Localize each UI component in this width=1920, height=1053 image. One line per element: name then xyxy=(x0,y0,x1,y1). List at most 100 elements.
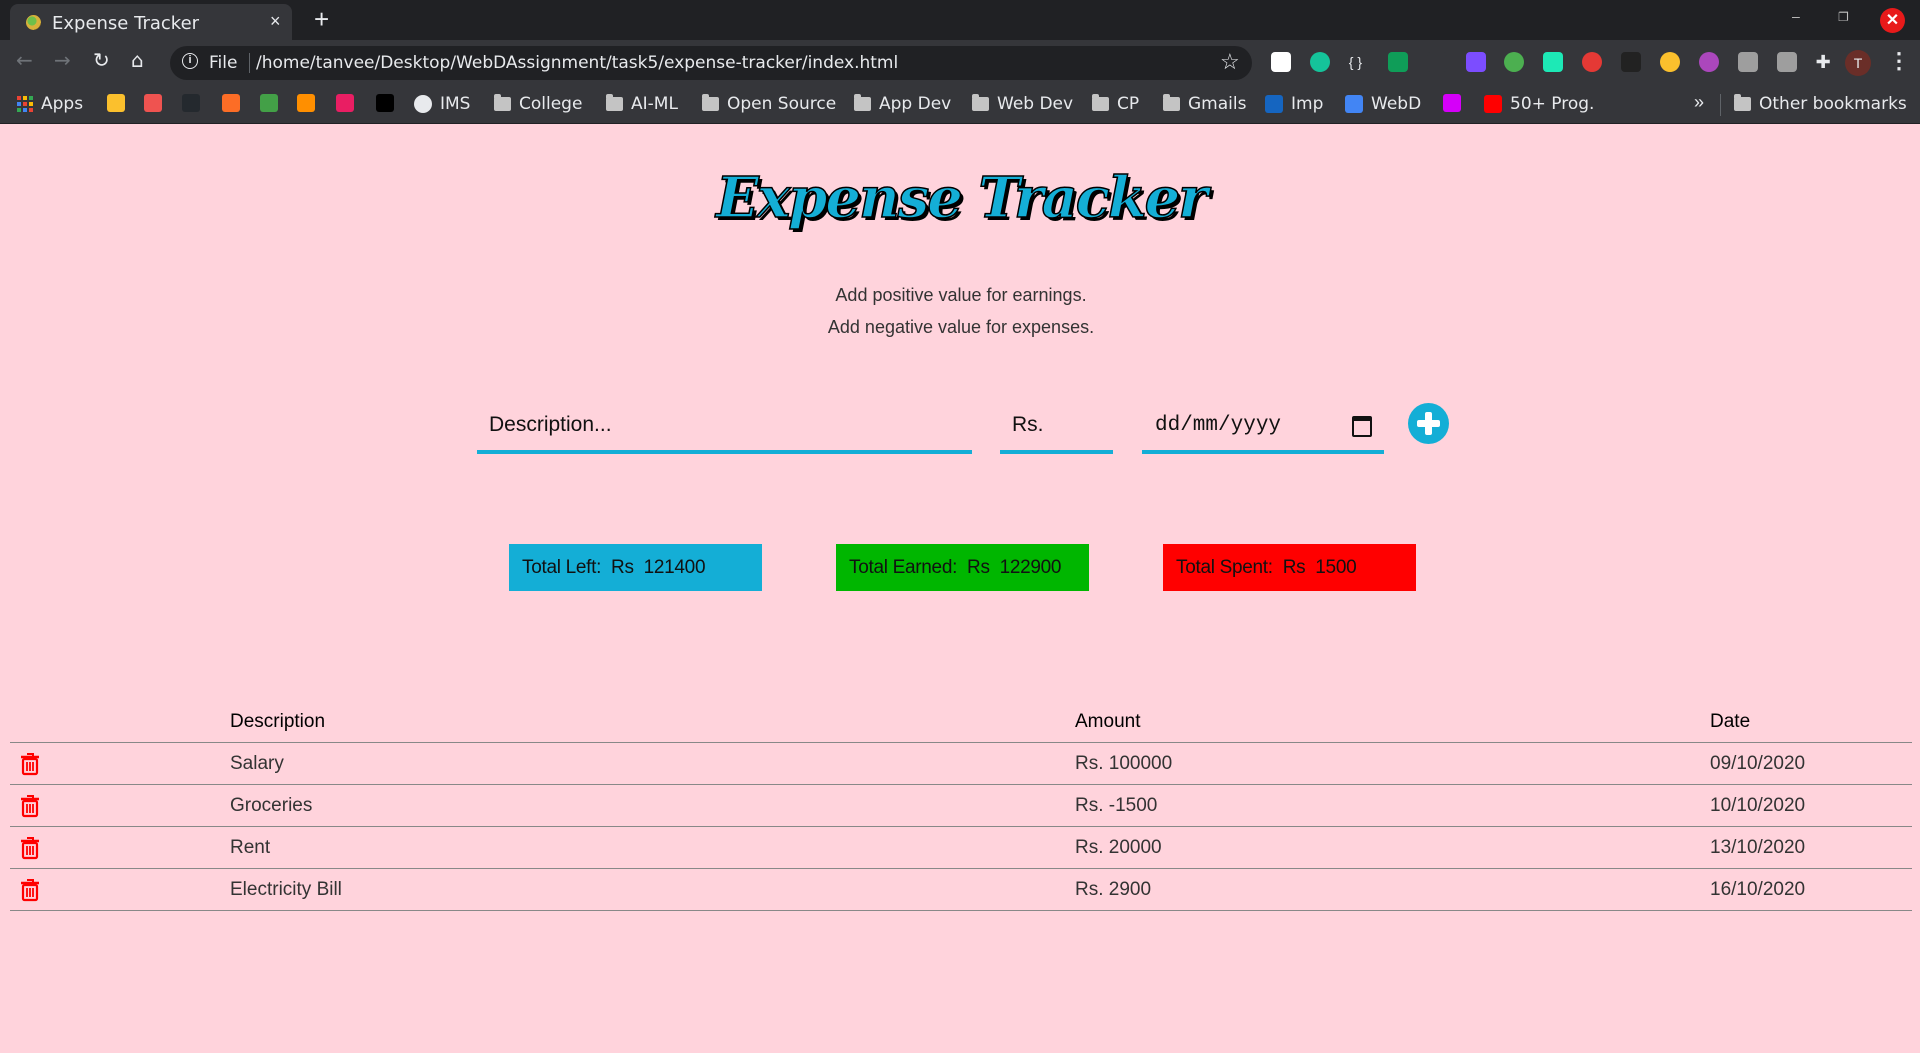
bookmark-label: Imp xyxy=(1291,94,1324,114)
menu-icon[interactable]: ⋮ xyxy=(1888,48,1910,74)
total-spent-badge: Total Spent: Rs 1500 xyxy=(1163,544,1416,591)
url-scheme: File xyxy=(209,53,238,73)
forward-icon[interactable]: → xyxy=(54,48,71,72)
emoji-extension-icon[interactable] xyxy=(1660,52,1680,72)
folder-icon xyxy=(702,94,719,111)
row-date: 09/10/2020 xyxy=(1710,753,1806,774)
bookmark-icon-8[interactable] xyxy=(376,94,394,112)
bookmark-label: Apps xyxy=(41,94,84,114)
bookmark-favicon-icon xyxy=(144,94,162,112)
trash-icon[interactable] xyxy=(19,752,41,776)
bookmark-college[interactable]: College xyxy=(494,94,582,114)
bookmark-icon-3[interactable] xyxy=(182,94,200,112)
add-extension-icon[interactable] xyxy=(1504,52,1525,72)
stop-hand-extension-icon[interactable] xyxy=(1582,52,1603,72)
info-icon[interactable]: i xyxy=(182,53,198,69)
folder-icon xyxy=(1734,94,1751,111)
date-input[interactable]: dd/mm/yyyy xyxy=(1142,400,1384,454)
bookmark-icon-2[interactable] xyxy=(144,94,162,112)
globe-icon xyxy=(414,95,432,113)
close-window-icon[interactable]: ✕ xyxy=(1880,8,1905,33)
trash-icon[interactable] xyxy=(19,794,41,818)
row-amount: Rs. 2900 xyxy=(1075,879,1152,900)
profile-avatar[interactable]: T xyxy=(1845,50,1871,76)
bookmark-favicon-icon xyxy=(1484,95,1502,113)
browser-tab[interactable]: Expense Tracker × xyxy=(10,4,292,40)
robot-extension-icon[interactable] xyxy=(1543,52,1564,72)
bookmark-label: WebD xyxy=(1371,94,1422,114)
bookmark-icon-7[interactable] xyxy=(336,94,354,112)
bookmark-favicon-icon xyxy=(107,94,125,112)
puzzle-extension-icon[interactable]: ✚ xyxy=(1815,52,1836,72)
bookmark-imp[interactable]: Imp xyxy=(1265,94,1323,114)
other-bookmarks-label: Other bookmarks xyxy=(1759,94,1907,114)
table-row: Salary Rs. 100000 09/10/2020 xyxy=(10,743,1912,785)
browser-titlebar: Expense Tracker × + – ❐ ✕ xyxy=(0,0,1920,40)
bookmark-icon-4[interactable] xyxy=(222,94,240,112)
trash-icon[interactable] xyxy=(19,878,41,902)
bookmark-50-prog[interactable]: 50+ Prog. xyxy=(1484,94,1594,114)
bookmark-ims[interactable]: IMS xyxy=(414,94,470,114)
bookmark-icon-5[interactable] xyxy=(260,94,278,112)
bar-chart-extension-icon[interactable] xyxy=(1271,52,1291,72)
row-date: 10/10/2020 xyxy=(1710,795,1806,816)
amount-input[interactable] xyxy=(1000,400,1113,454)
add-transaction-button[interactable] xyxy=(1408,403,1449,444)
pill-extension-icon[interactable] xyxy=(1737,52,1758,72)
home-icon[interactable]: ⌂ xyxy=(131,48,144,72)
table-row: Electricity Bill Rs. 2900 16/10/2020 xyxy=(10,869,1912,911)
trash-icon[interactable] xyxy=(19,836,41,860)
bookmarks-bar: Apps IMS College AI-ML Open Source App Dev Web… xyxy=(0,86,1920,124)
table-header: Description Amount Date xyxy=(10,700,1912,743)
bookmark-favicon-icon xyxy=(1265,95,1283,113)
bookmark-label: App Dev xyxy=(879,94,952,114)
total-earned-badge: Total Earned: Rs 122900 xyxy=(836,544,1089,591)
row-description: Groceries xyxy=(230,795,313,816)
other-bookmarks[interactable]: Other bookmarks xyxy=(1734,94,1907,114)
bookmark-favicon-icon xyxy=(222,94,240,112)
calendar-icon[interactable] xyxy=(1352,416,1372,437)
new-tab-button[interactable]: + xyxy=(314,4,329,35)
url-separator xyxy=(249,53,250,73)
bookmark-open-source[interactable]: Open Source xyxy=(702,94,836,114)
bookmark-cp[interactable]: CP xyxy=(1092,94,1139,114)
row-date: 13/10/2020 xyxy=(1710,837,1806,858)
folder-icon xyxy=(1163,94,1180,111)
bookmark-ai-ml[interactable]: AI-ML xyxy=(606,94,678,114)
folder-icon xyxy=(972,94,989,111)
close-tab-icon[interactable]: × xyxy=(270,11,281,32)
bookmark-apps[interactable]: Apps xyxy=(17,94,83,114)
row-amount: Rs. 20000 xyxy=(1075,837,1162,858)
json-extension-icon[interactable]: { } xyxy=(1348,52,1369,72)
minimize-icon[interactable]: – xyxy=(1792,8,1800,24)
bookmark-star-icon[interactable]: ☆ xyxy=(1220,49,1240,75)
address-bar[interactable]: i File /home/tanvee/Desktop/WebDAssignme… xyxy=(170,46,1252,80)
bookmark-web-dev[interactable]: Web Dev xyxy=(972,94,1073,114)
reload-icon[interactable]: ↻ xyxy=(93,48,110,72)
bookmark-icon-6[interactable] xyxy=(297,94,315,112)
url-text[interactable]: /home/tanvee/Desktop/WebDAssignment/task… xyxy=(256,53,898,73)
bookmark-label: 50+ Prog. xyxy=(1510,94,1595,114)
bookmark-icon-19[interactable] xyxy=(1443,94,1461,112)
bookmark-label: CP xyxy=(1117,94,1140,114)
bookmark-icon-1[interactable] xyxy=(107,94,125,112)
row-amount: Rs. 100000 xyxy=(1075,753,1173,774)
google-plus-extension-icon[interactable] xyxy=(1387,52,1408,72)
bookmark-gmails[interactable]: Gmails xyxy=(1163,94,1246,114)
smiley-extension-icon[interactable] xyxy=(1776,52,1797,72)
bookmark-label: IMS xyxy=(440,94,471,114)
bookmark-label: AI-ML xyxy=(631,94,678,114)
hint-expenses: Add negative value for expenses. xyxy=(827,317,1095,337)
screen-capture-extension-icon[interactable] xyxy=(1621,52,1642,72)
squares-extension-icon[interactable] xyxy=(1465,52,1486,72)
maximize-icon[interactable]: ❐ xyxy=(1838,10,1849,24)
description-input[interactable] xyxy=(477,400,972,454)
bookmark-label: Open Source xyxy=(727,94,837,114)
back-icon[interactable]: ← xyxy=(16,48,33,72)
bookmark-webd[interactable]: WebD xyxy=(1345,94,1421,114)
color-wheel-extension-icon[interactable] xyxy=(1698,52,1719,72)
more-bookmarks-icon[interactable]: » xyxy=(1694,92,1704,113)
grammarly-extension-icon[interactable] xyxy=(1309,52,1330,72)
arrow-extension-icon[interactable] xyxy=(1426,52,1447,72)
bookmark-app-dev[interactable]: App Dev xyxy=(854,94,951,114)
